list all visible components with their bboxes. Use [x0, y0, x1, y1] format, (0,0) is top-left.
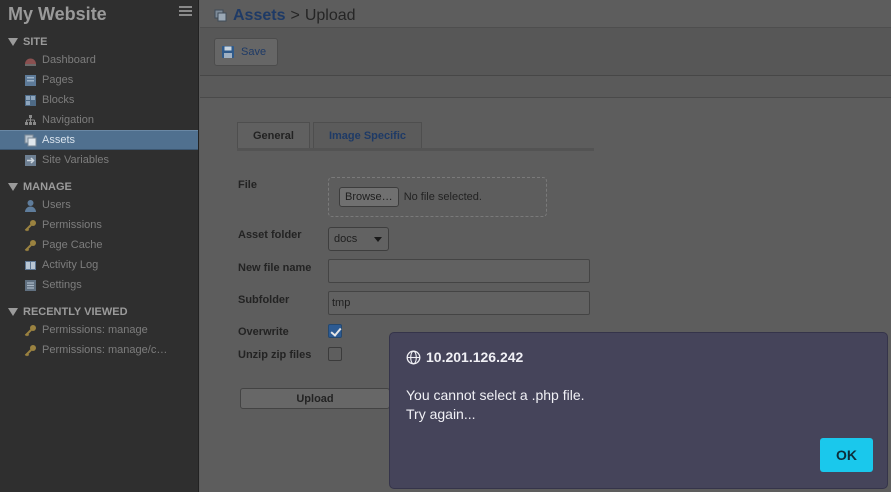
sidebar-item-page-cache[interactable]: Page Cache [0, 235, 198, 255]
sidebar-item-permissions[interactable]: Permissions [0, 215, 198, 235]
subfolder-label: Subfolder [238, 294, 290, 306]
breadcrumb: Assets > Upload [200, 0, 891, 28]
sidebar-item-recent-permissions-manage-c[interactable]: Permissions: manage/c… [0, 340, 198, 360]
book-icon [25, 260, 36, 270]
unzip-checkbox[interactable] [328, 347, 342, 361]
sidebar-item-assets[interactable]: Assets [0, 130, 198, 150]
dialog-message: You cannot select a .php file. Try again… [406, 387, 585, 422]
overwrite-checkbox[interactable] [328, 324, 342, 338]
sidebar-item-users[interactable]: Users [0, 195, 198, 215]
tab-general[interactable]: General [237, 122, 310, 149]
key-icon [24, 324, 36, 336]
no-file-text: No file selected. [403, 191, 482, 203]
page-title: Upload [304, 7, 356, 24]
alert-dialog: 10.201.126.242 You cannot select a .php … [389, 332, 888, 489]
asset-folder-label: Asset folder [238, 229, 302, 241]
chevron-down-icon [374, 237, 382, 242]
user-icon [25, 199, 36, 212]
save-button[interactable]: Save [214, 38, 278, 66]
subfolder-input[interactable]: tmp [328, 291, 590, 315]
sub-toolbar [200, 76, 891, 98]
sidebar-item-dashboard[interactable]: Dashboard [0, 50, 198, 70]
breadcrumb-separator: > [290, 7, 300, 24]
browse-button[interactable]: Browse… [339, 187, 399, 207]
key-icon [24, 239, 36, 251]
disk-icon [222, 46, 234, 58]
collapse-triangle-icon [8, 307, 18, 316]
upload-button[interactable]: Upload [240, 388, 390, 409]
sidebar-item-activity-log[interactable]: Activity Log [0, 255, 198, 275]
blocks-icon [25, 94, 36, 106]
assets-icon [214, 9, 227, 22]
sidebar: My Website SITE Dashboard Pages Blocks N… [0, 0, 199, 492]
navigation-icon [25, 114, 36, 125]
dashboard-icon [25, 58, 36, 66]
sidebar-item-site-variables[interactable]: Site Variables [0, 150, 198, 170]
site-title[interactable]: My Website [0, 0, 198, 27]
asset-folder-select[interactable]: docs [328, 227, 389, 251]
file-label: File [238, 179, 257, 191]
sidebar-item-blocks[interactable]: Blocks [0, 90, 198, 110]
site-variables-icon [25, 154, 36, 166]
tab-underline [237, 148, 594, 151]
section-heading-site[interactable]: SITE [0, 27, 198, 48]
section-heading-manage[interactable]: MANAGE [0, 172, 198, 193]
settings-icon [25, 279, 36, 291]
tab-image-specific[interactable]: Image Specific [312, 122, 423, 149]
collapse-triangle-icon [8, 182, 18, 191]
new-file-name-input[interactable] [328, 259, 590, 283]
breadcrumb-link-assets[interactable]: Assets [233, 7, 285, 25]
dialog-origin: 10.201.126.242 [406, 349, 523, 365]
pages-icon [25, 74, 36, 86]
globe-icon [406, 350, 421, 364]
key-icon [24, 219, 36, 231]
hamburger-menu-icon[interactable] [179, 6, 192, 18]
file-drop-zone[interactable]: Browse… No file selected. [328, 177, 547, 217]
tab-bar: General Image Specific [237, 122, 425, 149]
toolbar: Save [200, 28, 891, 76]
unzip-label: Unzip zip files [238, 349, 312, 361]
overwrite-label: Overwrite [238, 326, 289, 338]
sidebar-item-navigation[interactable]: Navigation [0, 110, 198, 130]
sidebar-item-settings[interactable]: Settings [0, 275, 198, 295]
ok-button[interactable]: OK [820, 438, 873, 472]
sidebar-item-pages[interactable]: Pages [0, 70, 198, 90]
section-heading-recently-viewed[interactable]: RECENTLY VIEWED [0, 297, 198, 318]
sidebar-item-recent-permissions-manage[interactable]: Permissions: manage [0, 320, 198, 340]
new-file-name-label: New file name [238, 262, 312, 274]
assets-icon [24, 134, 37, 146]
key-icon [24, 344, 36, 356]
collapse-triangle-icon [8, 37, 18, 46]
